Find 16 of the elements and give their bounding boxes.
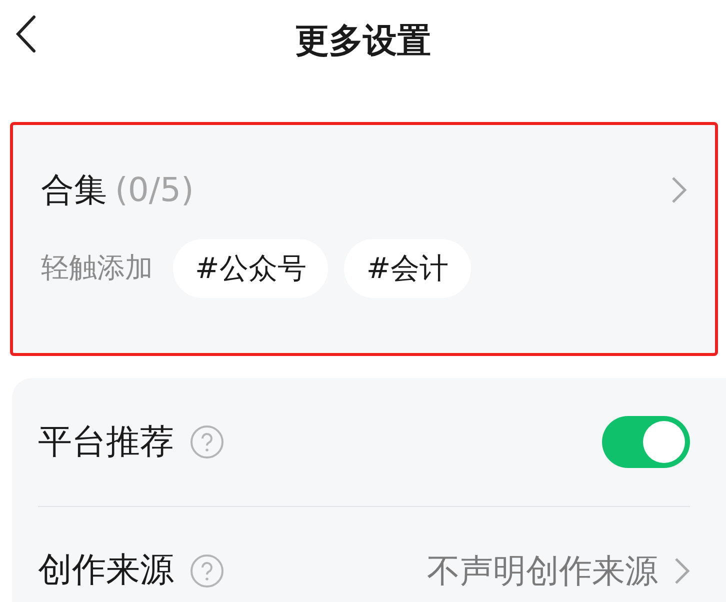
help-icon	[190, 425, 224, 459]
back-icon[interactable]	[14, 14, 38, 54]
help-icon	[190, 554, 224, 588]
toggle-switch[interactable]	[602, 416, 690, 468]
tap-to-add-label: 轻触添加	[41, 250, 153, 286]
setting-label: 创作来源	[38, 549, 174, 592]
collection-title: 合集	[41, 169, 107, 211]
chevron-right-icon	[674, 556, 690, 584]
page-title: 更多设置	[295, 20, 431, 62]
tag-chip[interactable]: #公众号	[173, 238, 328, 298]
setting-value[interactable]: 不声明创作来源	[427, 546, 658, 596]
collection-card[interactable]: 合集 (0/5) 轻触添加 #公众号 #会计	[10, 122, 718, 356]
chevron-right-icon	[671, 176, 687, 204]
collection-count: (0/5)	[115, 169, 194, 211]
setting-label: 平台推荐	[38, 420, 174, 464]
tag-chip[interactable]: #会计	[344, 238, 471, 298]
